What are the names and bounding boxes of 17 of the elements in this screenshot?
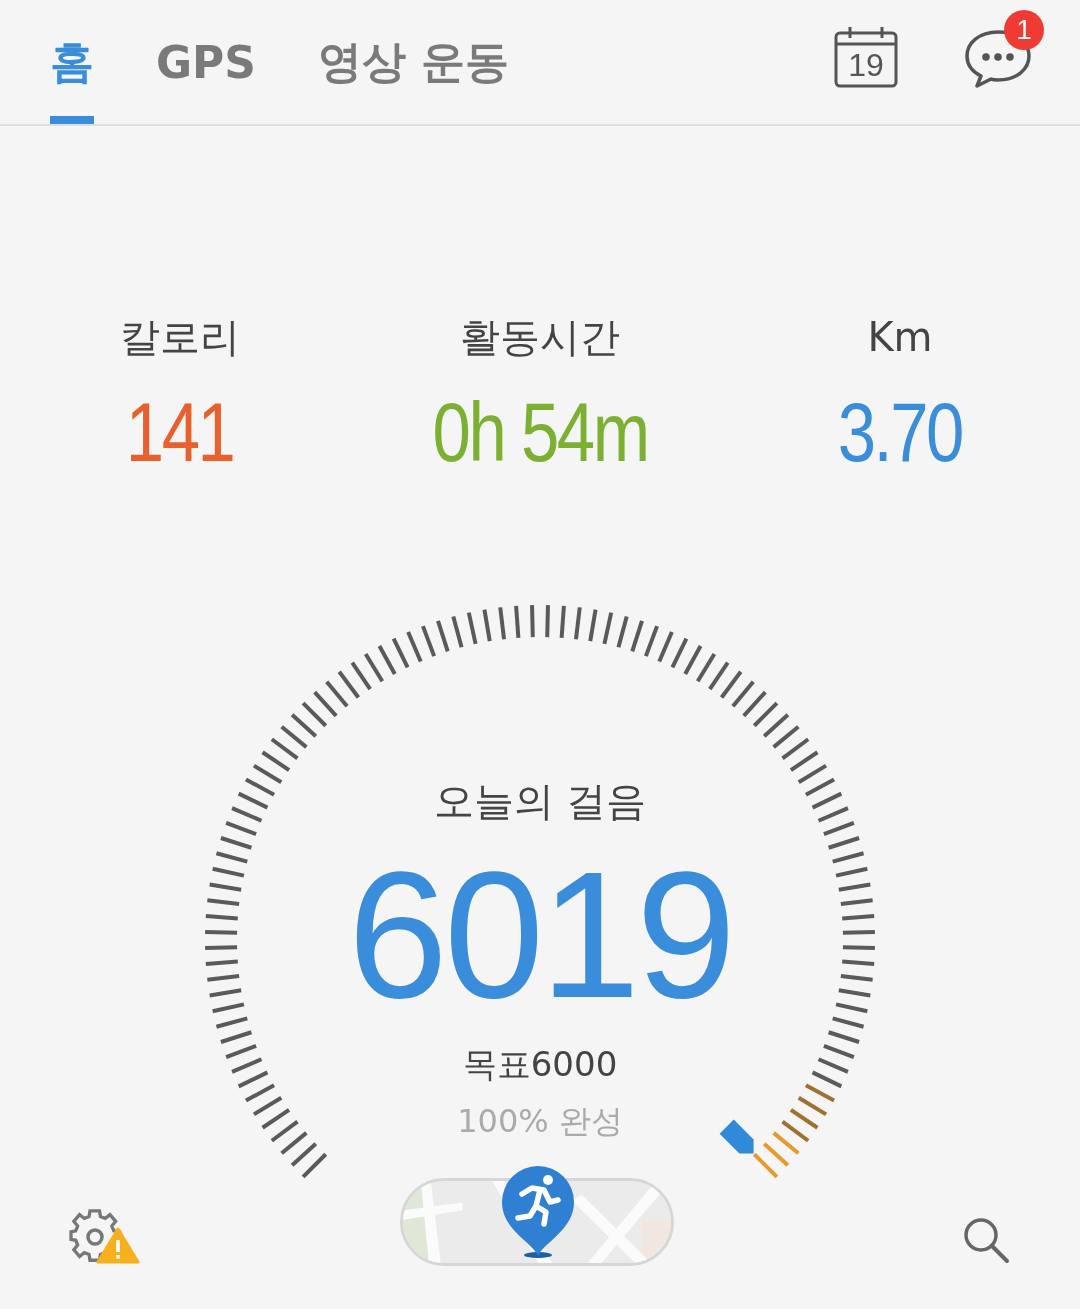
gauge-pointer — [719, 1119, 754, 1154]
step-goal: 목표6000 — [462, 1043, 618, 1086]
stat-label: 활동시간 — [460, 313, 620, 362]
search-button[interactable] — [962, 1216, 1010, 1264]
tab[interactable]: GPS — [156, 0, 257, 124]
steps-title: 오늘의 걸음 — [433, 777, 647, 826]
tab[interactable]: 영상 운동 — [318, 0, 510, 124]
warning-icon — [96, 1227, 140, 1263]
step-count: 6019 — [347, 845, 733, 1025]
stat-label: Km — [867, 313, 933, 362]
stat-label: 칼로리 — [120, 313, 240, 362]
stat-value: 3.70 — [837, 384, 963, 481]
stat-value: 141 — [126, 384, 234, 481]
tab[interactable]: 홈 — [50, 0, 94, 124]
search-icon — [962, 1216, 1010, 1264]
stat-value: 0h 54m — [432, 384, 648, 481]
notification-badge: 1 — [1004, 10, 1044, 50]
